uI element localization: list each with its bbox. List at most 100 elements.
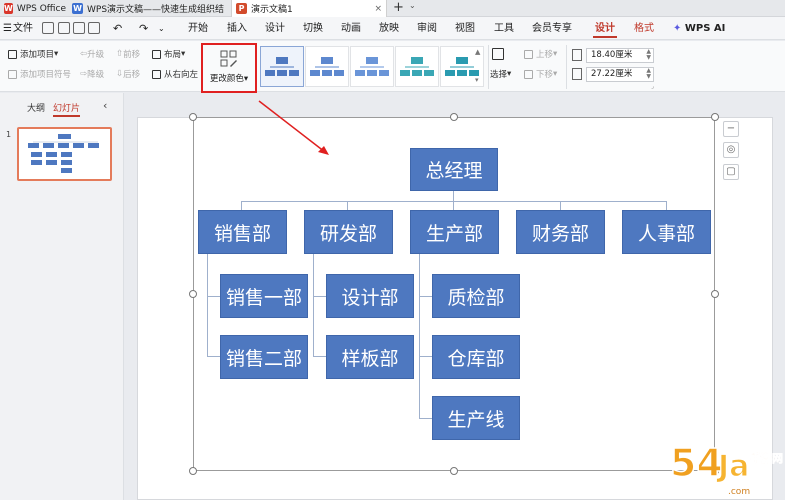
height-field[interactable]: 18.40厘米 ▲ ▼ bbox=[586, 48, 654, 63]
svg-text:.com: .com bbox=[728, 487, 750, 497]
tab-label: WPS演示文稿——快速生成组织结 bbox=[87, 5, 225, 15]
downgrade-label: 降级 bbox=[87, 70, 105, 80]
preview-icon[interactable] bbox=[88, 22, 100, 34]
select-icon bbox=[492, 48, 504, 60]
tab-slides[interactable]: 幻灯片 bbox=[53, 101, 81, 117]
save-icon[interactable] bbox=[42, 22, 54, 34]
select-label: 选择 bbox=[490, 70, 508, 80]
menu-format[interactable]: 格式 bbox=[634, 17, 654, 40]
ribbon-separator bbox=[488, 45, 489, 89]
resize-handle[interactable] bbox=[189, 467, 197, 475]
wps-logo-icon: W bbox=[4, 3, 13, 14]
more-chevron-icon[interactable]: ⌄ bbox=[158, 17, 165, 40]
menu-bar: ☰ 文件 ↶ ↷ ⌄ 开始 插入 设计 切换 动画 放映 审阅 视图 工具 会员… bbox=[0, 17, 785, 40]
right-to-left-button[interactable]: 从右向左 bbox=[152, 67, 198, 81]
style-icon[interactable]: ◎ bbox=[723, 142, 739, 158]
style-thumbnail-3[interactable] bbox=[350, 46, 394, 87]
menu-review[interactable]: 审阅 bbox=[417, 17, 437, 40]
svg-text:Ja: Ja bbox=[716, 449, 749, 484]
tab-document-writer[interactable]: W WPS演示文稿——快速生成组织结 bbox=[68, 0, 226, 17]
style-thumbnail-1[interactable] bbox=[260, 46, 304, 87]
tab-presentation[interactable]: P 演示文稿1 × bbox=[231, 0, 387, 17]
wps-ai-button[interactable]: ✦ WPS AI bbox=[673, 17, 725, 40]
height-spinner[interactable]: ▲ ▼ bbox=[646, 49, 651, 61]
height-icon bbox=[572, 49, 582, 61]
menu-tools[interactable]: 工具 bbox=[494, 17, 514, 40]
add-bullet-button[interactable]: 添加项目符号 bbox=[8, 67, 71, 81]
new-tab-button[interactable]: + bbox=[393, 0, 404, 16]
gallery-more-icon[interactable]: ▾ bbox=[475, 73, 479, 87]
menu-view[interactable]: 视图 bbox=[455, 17, 475, 40]
collapse-panel-icon[interactable]: ‹ bbox=[103, 99, 107, 112]
menu-animation[interactable]: 动画 bbox=[341, 17, 361, 40]
resize-handle[interactable] bbox=[711, 113, 719, 121]
select-icon-button[interactable] bbox=[492, 47, 507, 61]
add-item-label: 添加项目 bbox=[20, 50, 55, 60]
print-icon[interactable] bbox=[73, 22, 85, 34]
menu-slideshow[interactable]: 放映 bbox=[379, 17, 399, 40]
change-color-label: 更改颜色▾ bbox=[209, 74, 249, 84]
zoom-out-icon[interactable]: − bbox=[723, 121, 739, 137]
resize-handle[interactable] bbox=[189, 113, 197, 121]
close-tab-icon[interactable]: × bbox=[374, 4, 382, 14]
move-forward-button[interactable]: ⇧ 前移 bbox=[116, 47, 140, 61]
smartart-ribbon: 添加项目 ▾ 添加项目符号 ⇦ 升级 ⇨ 降级 ⇧ 前移 ⇩ 后移 布局 ▾ 从右向… bbox=[0, 41, 785, 93]
add-bullet-icon bbox=[8, 69, 17, 79]
move-down-button[interactable]: 下移 ▾ bbox=[524, 67, 557, 81]
change-color-button[interactable]: 更改颜色▾ bbox=[201, 43, 257, 93]
smartart-selection-frame[interactable] bbox=[193, 117, 715, 471]
move-up-label: 上移 bbox=[536, 50, 554, 60]
menu-home[interactable]: 开始 bbox=[188, 17, 208, 40]
menu-design[interactable]: 设计 bbox=[265, 17, 285, 40]
upgrade-button[interactable]: ⇦ 升级 bbox=[80, 47, 104, 61]
site-watermark-logo: 54 Ja 手游网 .com bbox=[669, 440, 783, 497]
menu-insert[interactable]: 插入 bbox=[227, 17, 247, 40]
hamburger-menu-icon[interactable]: ☰ bbox=[3, 17, 12, 40]
redo-icon[interactable]: ↷ bbox=[139, 17, 148, 40]
resize-handle[interactable] bbox=[711, 290, 719, 298]
svg-text:54: 54 bbox=[670, 441, 723, 485]
change-color-icon bbox=[220, 50, 237, 67]
layout-button[interactable]: 布局 ▾ bbox=[152, 47, 185, 61]
style-thumbnail-2[interactable] bbox=[305, 46, 349, 87]
move-back-button[interactable]: ⇩ 后移 bbox=[116, 67, 140, 81]
tab-list-chevron-icon[interactable]: ⌄ bbox=[409, 1, 416, 10]
tab-label: WPS Office bbox=[16, 3, 66, 14]
wps-ai-label: WPS AI bbox=[684, 23, 726, 34]
resize-handle[interactable] bbox=[189, 290, 197, 298]
slide-thumbnail[interactable] bbox=[17, 127, 112, 181]
add-item-button[interactable]: 添加项目 ▾ bbox=[8, 47, 58, 61]
add-bullet-label: 添加项目符号 bbox=[20, 70, 72, 80]
menu-file[interactable]: 文件 bbox=[13, 17, 33, 40]
move-back-label: 后移 bbox=[123, 70, 141, 80]
menu-transition[interactable]: 切换 bbox=[303, 17, 323, 40]
arrow-up-icon: ⇧ bbox=[116, 49, 124, 59]
menu-smartart-design[interactable]: 设计 bbox=[593, 17, 617, 40]
resize-handle[interactable] bbox=[450, 113, 458, 121]
undo-icon[interactable]: ↶ bbox=[113, 17, 122, 40]
menu-member[interactable]: 会员专享 bbox=[532, 17, 572, 40]
resize-handle[interactable] bbox=[450, 467, 458, 475]
dialog-launcher-icon[interactable]: ⌟ bbox=[651, 79, 654, 93]
arrow-right-icon: ⇨ bbox=[80, 69, 88, 79]
arrow-left-icon: ⇦ bbox=[80, 49, 88, 59]
tab-outline[interactable]: 大纲 bbox=[27, 101, 45, 114]
upgrade-label: 升级 bbox=[87, 50, 105, 60]
svg-text:手游网: 手游网 bbox=[750, 451, 783, 465]
style-thumbnail-4[interactable] bbox=[395, 46, 439, 87]
annotation-arrow bbox=[258, 100, 329, 155]
arrow-down-icon: ⇩ bbox=[116, 69, 124, 79]
move-up-button[interactable]: 上移 ▾ bbox=[524, 47, 557, 61]
export-pdf-icon[interactable] bbox=[58, 22, 70, 34]
gallery-scroll-up-icon[interactable]: ▲ bbox=[475, 45, 480, 59]
move-down-icon bbox=[524, 69, 533, 79]
add-item-icon bbox=[8, 49, 17, 59]
width-field[interactable]: 27.22厘米 ▲ ▼ bbox=[586, 67, 654, 82]
shape-icon[interactable]: ▢ bbox=[723, 164, 739, 180]
select-button[interactable]: 选择 ▾ bbox=[490, 67, 511, 81]
slide-number: 1 bbox=[6, 130, 12, 139]
wps-writer-icon: W bbox=[72, 3, 83, 14]
tab-wps-office[interactable]: W WPS Office bbox=[0, 0, 66, 17]
downgrade-button[interactable]: ⇨ 降级 bbox=[80, 67, 104, 81]
wps-presentation-window: W WPS Office W WPS演示文稿——快速生成组织结 P 演示文稿1 … bbox=[0, 0, 785, 500]
